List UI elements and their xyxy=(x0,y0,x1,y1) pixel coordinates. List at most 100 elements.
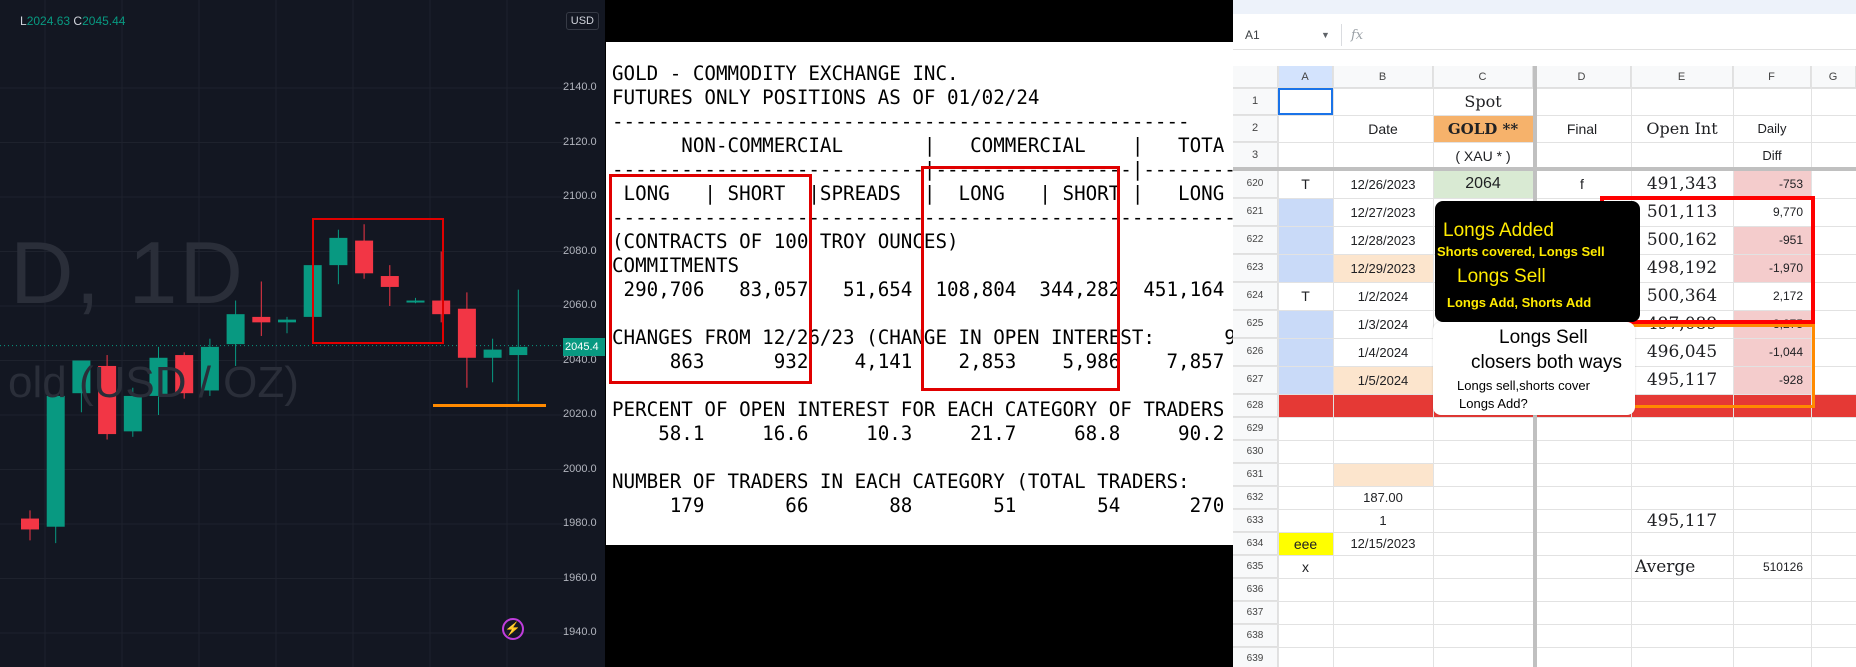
cell-a-blue[interactable] xyxy=(1278,254,1333,282)
cell-f-635[interactable]: 510126 xyxy=(1733,555,1811,578)
header-cell-d[interactable]: Final xyxy=(1533,115,1631,142)
support-line[interactable] xyxy=(433,404,546,407)
name-box[interactable]: A1 xyxy=(1245,28,1260,42)
cell-b-625[interactable]: 1/3/2024 xyxy=(1333,310,1433,338)
note-black-subtitle-1: Shorts covered, Longs Sell xyxy=(1437,244,1605,259)
cell-e-635[interactable]: Averge xyxy=(1631,555,1733,578)
candle-body xyxy=(21,518,39,530)
cell-e-620[interactable]: 491,343 xyxy=(1631,170,1733,198)
row-header[interactable]: 630 xyxy=(1233,440,1278,463)
row-header[interactable]: 3 xyxy=(1233,142,1278,169)
column-header-f[interactable]: F xyxy=(1733,66,1811,88)
header-cell-e[interactable]: Open Int xyxy=(1631,115,1733,142)
cell-a-blue[interactable] xyxy=(1278,310,1333,338)
price-axis-label: 1980.0 xyxy=(563,517,597,529)
row-header[interactable]: 628 xyxy=(1233,394,1278,417)
frozen-row-divider[interactable] xyxy=(1233,167,1856,171)
cell-a-620[interactable]: T xyxy=(1278,170,1333,198)
candle-body xyxy=(278,319,296,323)
cell-d-620[interactable]: f xyxy=(1533,170,1631,198)
row-header[interactable]: 629 xyxy=(1233,417,1278,440)
row-header[interactable]: 631 xyxy=(1233,463,1278,486)
cell-b-621[interactable]: 12/27/2023 xyxy=(1333,198,1433,226)
cell-a-624[interactable]: T xyxy=(1278,282,1333,310)
price-axis-label: 2000.0 xyxy=(563,462,597,475)
column-header-g[interactable]: G xyxy=(1811,66,1856,88)
cell-e-633[interactable]: 495,117 xyxy=(1631,509,1733,532)
ohlc-close-prefix: C xyxy=(73,14,83,28)
sheet-toolbar[interactable] xyxy=(1233,0,1856,14)
cell-a-blue[interactable] xyxy=(1278,366,1333,394)
selected-cell[interactable] xyxy=(1278,88,1333,115)
column-header-e[interactable]: E xyxy=(1631,66,1733,88)
cell-b-620[interactable]: 12/26/2023 xyxy=(1333,170,1433,198)
row-header[interactable]: 1 xyxy=(1233,88,1278,115)
cell-a-634[interactable]: eee xyxy=(1278,532,1333,555)
grid-line xyxy=(1233,509,1856,510)
cell-b-633[interactable]: 1 xyxy=(1333,509,1433,532)
note-black-bold-title-2: Longs Sell xyxy=(1457,266,1546,287)
row-header[interactable]: 626 xyxy=(1233,338,1278,366)
cell-a-blue[interactable] xyxy=(1278,338,1333,366)
row-header[interactable]: 622 xyxy=(1233,226,1278,254)
row-header[interactable]: 639 xyxy=(1233,647,1278,667)
header-cell-f[interactable]: Diff xyxy=(1733,142,1811,169)
candlestick-chart[interactable] xyxy=(0,0,565,667)
row-header[interactable]: 624 xyxy=(1233,282,1278,310)
cell-b-624[interactable]: 1/2/2024 xyxy=(1333,282,1433,310)
chevron-down-icon[interactable]: ▼ xyxy=(1321,30,1330,40)
price-chart-panel[interactable]: L2024.63 C2045.44 USD D, 1D old (USD / O… xyxy=(0,0,605,667)
annotation-note-black[interactable]: Longs Added Shorts covered, Longs Sell Lon… xyxy=(1435,201,1640,322)
corner-cell[interactable] xyxy=(1233,66,1278,88)
row-header[interactable]: 636 xyxy=(1233,578,1278,601)
column-header-d[interactable]: D xyxy=(1533,66,1631,88)
row-header[interactable]: 625 xyxy=(1233,310,1278,338)
row-header[interactable]: 623 xyxy=(1233,254,1278,282)
currency-label[interactable]: USD xyxy=(565,12,599,30)
row-header[interactable]: 620 xyxy=(1233,170,1278,198)
price-axis-label: 2020.0 xyxy=(563,408,597,420)
cell-c-620[interactable]: 2064 xyxy=(1433,170,1533,198)
header-cell-c[interactable]: ( XAU * ) xyxy=(1433,142,1533,169)
row-header[interactable]: 632 xyxy=(1233,486,1278,509)
header-cell-c[interactable]: Spot xyxy=(1433,88,1533,115)
note-white-line4: Longs Add? xyxy=(1459,396,1528,411)
column-header-b[interactable]: B xyxy=(1333,66,1433,88)
cell-a-blue[interactable] xyxy=(1278,226,1333,254)
cell-b-634[interactable]: 12/15/2023 xyxy=(1333,532,1433,555)
cell-b-626[interactable]: 1/4/2024 xyxy=(1333,338,1433,366)
note-black-bold-title-1: Longs Added xyxy=(1443,220,1554,241)
cell-a-635[interactable]: x xyxy=(1278,555,1333,578)
candle-body xyxy=(509,346,528,356)
spreadsheet-panel[interactable]: A1 ▼ f x A B C D E F G 1 Spot 2 Date GOLD ** Final Ope… xyxy=(1233,0,1856,667)
column-header-c[interactable]: C xyxy=(1433,66,1533,88)
price-axis-label: 1960.0 xyxy=(563,571,597,584)
header-cell-b[interactable]: Date xyxy=(1333,115,1433,142)
row-header[interactable]: 638 xyxy=(1233,624,1278,647)
header-cell-f[interactable]: Daily xyxy=(1733,115,1811,142)
price-axis-label: 2140.0 xyxy=(563,81,597,93)
row-header[interactable]: 2 xyxy=(1233,115,1278,142)
cell-f-620[interactable]: -753 xyxy=(1733,170,1811,198)
noncommercial-highlight-box xyxy=(609,174,812,384)
cell-b-632[interactable]: 187.00 xyxy=(1333,486,1433,509)
row-header[interactable]: 634 xyxy=(1233,532,1278,555)
annotation-note-white[interactable]: Longs Sell closers both ways Longs sell,sh… xyxy=(1433,322,1635,415)
price-axis-label: 2060.0 xyxy=(563,299,597,311)
cell-a-blue[interactable] xyxy=(1278,198,1333,226)
column-header-a[interactable]: A xyxy=(1278,66,1333,88)
header-cell-c[interactable]: GOLD ** xyxy=(1433,115,1533,142)
lightning-icon[interactable]: ⚡ xyxy=(502,618,524,640)
grid-line xyxy=(1233,601,1856,602)
cell-b-631[interactable] xyxy=(1333,463,1433,486)
cell-b-627[interactable]: 1/5/2024 xyxy=(1333,366,1433,394)
row-header[interactable]: 633 xyxy=(1233,509,1278,532)
row-header[interactable]: 637 xyxy=(1233,601,1278,624)
cell-b-622[interactable]: 12/28/2023 xyxy=(1333,226,1433,254)
row-header[interactable]: 627 xyxy=(1233,366,1278,394)
ohlc-close-value: 2045.44 xyxy=(82,14,126,28)
row-header[interactable]: 635 xyxy=(1233,555,1278,578)
cell-b-623[interactable]: 12/29/2023 xyxy=(1333,254,1433,282)
row-header[interactable]: 621 xyxy=(1233,198,1278,226)
symbol-watermark: D, 1D xyxy=(10,223,245,322)
